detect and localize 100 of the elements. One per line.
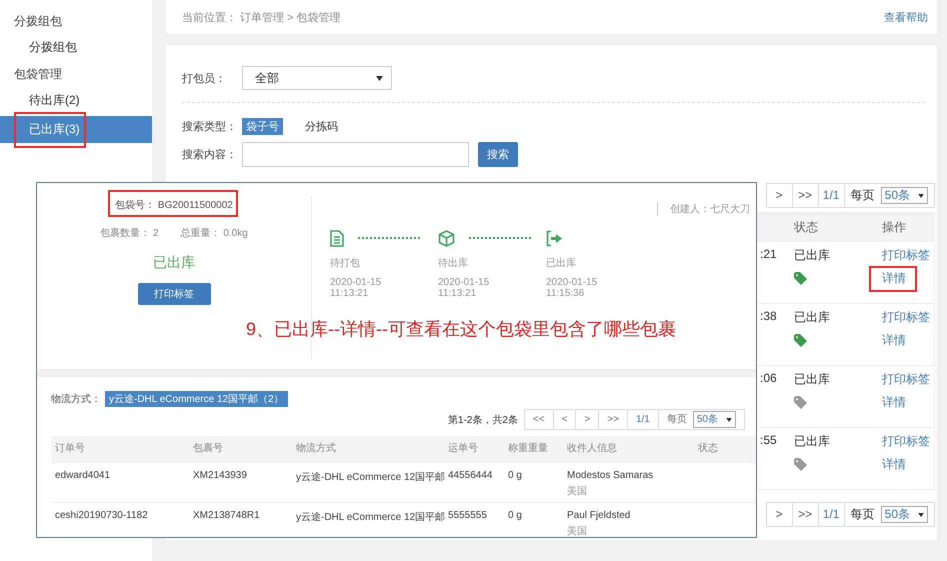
shipping-tag[interactable]: y云途-DHL eCommerce 12国平邮（2） <box>105 391 288 407</box>
page-button[interactable]: < <box>552 410 576 429</box>
caret-icon <box>376 76 383 80</box>
print-label-button[interactable]: 打印标签 <box>138 283 210 305</box>
table-cell-text: 0 g <box>508 510 523 523</box>
page-button[interactable]: 1/1 <box>626 410 658 429</box>
recipient-country: 美国 <box>567 484 588 498</box>
column-header: 状态 <box>794 219 819 236</box>
exit-icon <box>546 230 563 246</box>
per-page-select[interactable]: 50条 <box>880 506 928 523</box>
action-link[interactable]: 打印标签 <box>882 371 930 388</box>
column-header: 状态 <box>698 442 719 456</box>
action-link[interactable]: 打印标签 <box>882 433 930 450</box>
search-field[interactable] <box>242 142 469 167</box>
search-button[interactable]: 搜索 <box>478 142 518 167</box>
field-label: 打包员： <box>182 72 227 86</box>
annotation-caption: 9、已出库--详情--可查看在这个包袋里包含了哪些包裹 <box>246 318 676 341</box>
packer-select[interactable]: 全部 <box>242 66 392 90</box>
page-button[interactable]: 1/1 <box>818 502 845 527</box>
column-header: 包裹号 <box>193 442 224 456</box>
per-page-select[interactable]: 50条 <box>880 187 928 204</box>
document-icon <box>330 230 344 246</box>
step-date: 2020-01-15 <box>438 277 490 288</box>
highlight-frame <box>869 266 917 292</box>
action-link[interactable]: 详情 <box>882 394 906 411</box>
table-cell: 已出库 <box>794 371 830 388</box>
column-header: 订单号 <box>55 442 86 456</box>
step-time: 11:15:36 <box>546 288 586 299</box>
page-button[interactable]: >> <box>598 410 627 429</box>
caret-icon <box>726 418 732 422</box>
step-date: 2020-01-15 <box>546 277 598 288</box>
recipient-name: Modestos Samaras <box>567 470 654 481</box>
record-summary: 第1-2条，共2条 <box>448 414 518 426</box>
page-button[interactable]: >> <box>792 502 819 527</box>
step-label: 待出库 <box>438 256 469 270</box>
page-button[interactable]: 1/1 <box>818 183 845 208</box>
table-cell-text: 0 g <box>508 470 523 483</box>
step-time: 11:13:21 <box>438 288 478 299</box>
highlight-frame <box>14 112 86 148</box>
table-cell-text: edward4041 <box>55 470 112 483</box>
field-label: 搜索内容： <box>182 148 238 162</box>
bag-status: 已出库 <box>153 254 195 272</box>
dotted-connector <box>358 237 420 239</box>
creator-text: 创建人：七尺大刀 <box>657 202 750 216</box>
sidebar-item[interactable]: 分拨组包 <box>0 34 152 61</box>
recipient-name: Paul Fjeldsted <box>567 510 632 521</box>
table-cell-text: 44556444 <box>448 470 494 483</box>
action-link[interactable]: 详情 <box>882 456 906 473</box>
per-page-label: 每页 <box>666 413 687 427</box>
page-button[interactable]: > <box>575 410 598 429</box>
step-label: 待打包 <box>330 256 361 270</box>
table-cell-text: y云途-DHL eCommerce 12国平邮 <box>296 510 446 525</box>
table-cell-text: :21 <box>759 247 778 263</box>
table-cell-text: :06 <box>759 371 778 387</box>
table-cell: 已出库 <box>794 433 830 450</box>
column-header: 收件人信息 <box>567 442 618 456</box>
column-header: 操作 <box>882 219 907 236</box>
step-time: 11:13:21 <box>330 288 370 299</box>
cube-icon <box>438 230 455 246</box>
table-cell: 已出库 <box>794 309 830 326</box>
action-link[interactable]: 打印标签 <box>882 247 930 264</box>
action-link[interactable]: 打印标签 <box>882 309 930 326</box>
table-cell-text: y云途-DHL eCommerce 12国平邮 <box>296 470 446 485</box>
field-label: 物流方式： <box>51 392 101 406</box>
sidebar-group[interactable]: 包袋管理 <box>0 61 152 87</box>
package-count: 包裹数量： 2 <box>100 226 159 240</box>
table-cell-text: :55 <box>759 433 778 449</box>
table-cell-text: 5555555 <box>448 510 488 523</box>
help-link[interactable]: 查看帮助 <box>884 10 928 24</box>
table-cell-text: ceshi20190730-1182 <box>55 510 149 523</box>
step-label: 已出库 <box>546 256 577 270</box>
page-button[interactable]: << <box>524 410 553 429</box>
bag-number: 包袋号： BG20011500002 <box>115 199 233 212</box>
breadcrumb: 当前位置： 订单管理 > 包袋管理 <box>182 10 341 24</box>
sidebar-item[interactable]: 已出库(3) <box>0 116 152 143</box>
search-type-option[interactable]: 袋子号 <box>242 118 283 135</box>
per-page-label: 每页 <box>850 506 875 523</box>
action-link[interactable]: 详情 <box>882 270 906 287</box>
page-button[interactable]: >> <box>792 183 819 208</box>
page-button[interactable]: > <box>766 502 793 527</box>
search-type-option[interactable]: 分拣码 <box>301 118 342 135</box>
column-header: 称重重量 <box>508 442 549 456</box>
total-weight: 总重量： 0.0kg <box>180 226 248 240</box>
caret-icon <box>918 512 924 516</box>
sidebar-item[interactable]: 待出库(2) <box>0 87 152 114</box>
table-cell-text: :38 <box>759 309 778 325</box>
action-link[interactable]: 详情 <box>882 332 906 349</box>
table-cell: 已出库 <box>794 247 830 264</box>
table-cell-text: XM2138748R1 <box>193 510 261 523</box>
per-page-select[interactable]: 50条 <box>692 411 736 428</box>
dotted-connector <box>469 237 531 239</box>
caret-icon <box>918 194 924 198</box>
field-label: 搜索类型： <box>182 120 238 134</box>
column-header: 运单号 <box>448 442 479 456</box>
step-date: 2020-01-15 <box>330 277 382 288</box>
recipient-country: 美国 <box>567 524 588 537</box>
page-button[interactable]: > <box>766 183 793 208</box>
column-header: 物流方式 <box>296 442 337 456</box>
sidebar-group[interactable]: 分拨组包 <box>0 8 152 34</box>
table-cell-text: XM2143939 <box>193 470 248 483</box>
